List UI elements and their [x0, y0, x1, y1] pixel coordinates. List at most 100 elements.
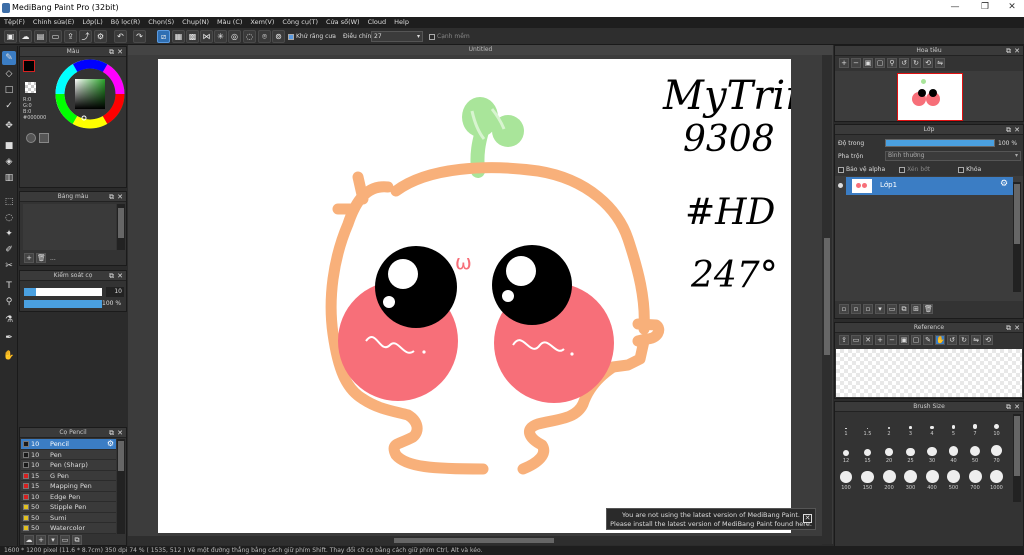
settings-icon[interactable]: ⚙	[94, 30, 107, 43]
brush-size-option[interactable]: 400	[922, 469, 942, 494]
eyedropper-icon[interactable]: ⚗	[2, 313, 16, 327]
maximize-icon[interactable]: ⧉	[1006, 46, 1011, 56]
brush-size-option[interactable]: 70	[987, 442, 1007, 467]
divide-tool-icon[interactable]: ⚲	[2, 295, 16, 309]
fit-icon[interactable]: ▣	[863, 58, 873, 68]
rotate-right-icon[interactable]: ↻	[911, 58, 921, 68]
select-pen-icon[interactable]: ✐	[2, 243, 16, 257]
gear-icon[interactable]: ⚙	[107, 439, 114, 450]
brush-size-option[interactable]: 2	[879, 415, 899, 440]
color-slider-icon[interactable]	[39, 133, 49, 143]
canvas-horizontal-scrollbar[interactable]	[128, 536, 822, 545]
cloud-brush-icon[interactable]: ☁	[24, 535, 34, 545]
minimize-button[interactable]: —	[945, 2, 965, 12]
menu-color[interactable]: Màu (C)	[213, 17, 246, 26]
snap-grid-icon[interactable]: ⊚	[272, 30, 285, 43]
document-tab[interactable]: Untitled	[128, 45, 833, 55]
layer-opacity-slider[interactable]	[885, 139, 995, 147]
brush-size-option[interactable]: 300	[901, 469, 921, 494]
new-file-icon[interactable]: ▣	[4, 30, 17, 43]
visibility-icon[interactable]	[838, 183, 843, 188]
menu-tools[interactable]: Công cụ(T)	[278, 17, 322, 26]
soft-edge-checkbox[interactable]	[429, 33, 435, 40]
brush-item[interactable]: 50 Stipple Pen	[21, 502, 116, 513]
open-cloud-icon[interactable]: ☁	[19, 30, 32, 43]
gradient-tool-icon[interactable]: ▥	[2, 171, 16, 185]
eyedropper-icon[interactable]: ✎	[923, 335, 933, 345]
brush-size-option[interactable]: 7	[965, 415, 985, 440]
menu-file[interactable]: Tệp(F)	[0, 17, 29, 26]
brush-size-option[interactable]: 30	[922, 442, 942, 467]
undo-icon[interactable]: ↶	[114, 30, 127, 43]
add-color-icon[interactable]: +	[24, 253, 34, 263]
eraser-tool-icon[interactable]: ◇	[2, 67, 16, 81]
notification-close-button[interactable]: ✕	[803, 514, 812, 523]
color-wheel[interactable]	[55, 59, 125, 129]
brush-item[interactable]: 10 Edge Pen	[21, 491, 116, 502]
brush-size-option[interactable]: 100	[836, 469, 856, 494]
close-icon[interactable]: ✕	[117, 192, 123, 202]
brush-size-option[interactable]: 3	[901, 415, 921, 440]
maximize-button[interactable]: ❐	[975, 2, 995, 12]
menu-cloud[interactable]: Cloud	[364, 17, 391, 26]
bucket-tool-icon[interactable]: ◈	[2, 155, 16, 169]
brush-item[interactable]: 50 Watercolor	[21, 523, 116, 534]
zoom-out-icon[interactable]: −	[851, 58, 861, 68]
brush-copy-icon[interactable]: ⧉	[72, 535, 82, 545]
open-reference-icon[interactable]: ⇪	[839, 335, 849, 345]
brush-size-option[interactable]: 1.5	[858, 415, 878, 440]
brush-size-option[interactable]: 150	[858, 469, 878, 494]
navigator-preview[interactable]	[835, 71, 1023, 121]
brush-item[interactable]: 15 Mapping Pen	[21, 481, 116, 492]
reference-area[interactable]	[836, 349, 1022, 397]
maximize-icon[interactable]: ⧉	[1006, 323, 1011, 333]
brush-size-option[interactable]: 15	[858, 442, 878, 467]
actual-size-icon[interactable]: ▢	[911, 335, 921, 345]
opacity-slider[interactable]	[24, 300, 102, 308]
delete-color-icon[interactable]: 🗑	[36, 253, 46, 263]
gear-icon[interactable]: ⚙	[1000, 179, 1008, 189]
close-icon[interactable]: ✕	[1014, 402, 1020, 412]
size-slider[interactable]	[24, 288, 102, 296]
magic-wand-icon[interactable]: ✦	[2, 227, 16, 241]
zoom-in-icon[interactable]: +	[875, 335, 885, 345]
clip-checkbox[interactable]	[899, 166, 906, 173]
close-icon[interactable]: ✕	[117, 47, 123, 57]
folder-icon[interactable]: ▭	[851, 335, 861, 345]
size-value[interactable]: 10	[106, 287, 124, 297]
folder-icon[interactable]: ▭	[887, 304, 897, 314]
maximize-icon[interactable]: ⧉	[1006, 125, 1011, 135]
close-icon[interactable]: ✕	[863, 335, 873, 345]
menu-filter[interactable]: Bộ lọc(R)	[107, 17, 144, 26]
brush-size-option[interactable]: 200	[879, 469, 899, 494]
update-notification[interactable]: You are not using the latest version of …	[606, 508, 816, 530]
zoom-icon[interactable]: ⚲	[887, 58, 897, 68]
menu-edit[interactable]: Chỉnh sửa(E)	[29, 17, 78, 26]
hand-icon[interactable]: ✋	[935, 335, 945, 345]
upload-icon[interactable]: ⇪	[64, 30, 77, 43]
close-icon[interactable]: ✕	[1014, 125, 1020, 135]
color-mode-icon[interactable]	[26, 133, 36, 143]
add-layer-menu-icon[interactable]: ▾	[875, 304, 885, 314]
adjust-select[interactable]: 27 ▾	[371, 31, 423, 42]
new-layer-icon[interactable]: ▫	[839, 304, 849, 314]
canvas-vertical-scrollbar[interactable]	[822, 55, 832, 544]
brush-menu-icon[interactable]: ▾	[48, 535, 58, 545]
select-tool-icon[interactable]: ⬚	[2, 195, 16, 209]
lock-checkbox[interactable]	[958, 166, 965, 173]
brush-size-option[interactable]: 1000	[987, 469, 1007, 494]
palette-more[interactable]: ...	[50, 255, 56, 262]
menu-layer[interactable]: Lớp(L)	[78, 17, 106, 26]
brush-item[interactable]: 10 Pen (Sharp)	[21, 460, 116, 471]
rotate-left-icon[interactable]: ↺	[947, 335, 957, 345]
rotate-left-icon[interactable]: ↺	[899, 58, 909, 68]
new-layer-1bit-icon[interactable]: ▫	[863, 304, 873, 314]
fill-shape-icon[interactable]: ■	[2, 139, 16, 153]
hand-tool-icon[interactable]: ✋	[2, 349, 16, 363]
brush-size-scrollbar[interactable]	[1013, 414, 1021, 502]
brush-size-option[interactable]: 700	[965, 469, 985, 494]
delete-layer-icon[interactable]: 🗑	[923, 304, 933, 314]
lasso-tool-icon[interactable]: ◌	[2, 211, 16, 225]
palette-scrollbar[interactable]	[117, 204, 125, 250]
brush-size-option[interactable]: 20	[879, 442, 899, 467]
